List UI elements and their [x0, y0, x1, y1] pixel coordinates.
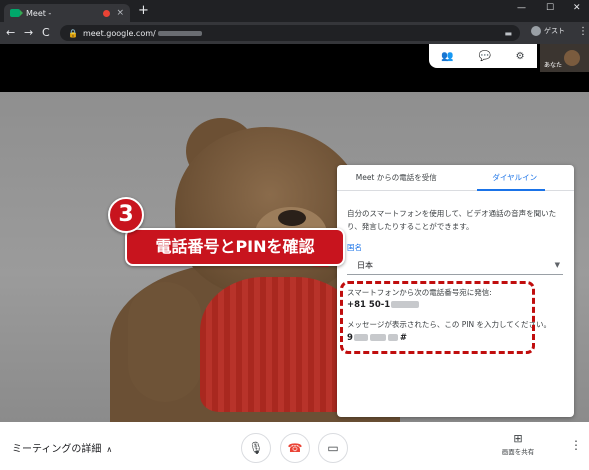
activities-icon[interactable]: ⚙ — [516, 51, 525, 62]
self-view-image — [564, 50, 580, 66]
self-label: あなた — [544, 62, 563, 69]
forward-icon[interactable]: → — [24, 26, 33, 39]
new-tab-button[interactable]: + — [138, 4, 149, 18]
mic-icon: 🎙 — [248, 441, 264, 455]
avatar-icon — [531, 26, 541, 36]
window-close-icon[interactable]: ✕ — [573, 3, 581, 13]
self-view-tile[interactable]: あなた — [540, 44, 589, 72]
country-label: 国名 — [347, 243, 362, 252]
omnibox[interactable]: 🔒 meet.google.com/ ▬ — [60, 25, 520, 41]
guest-label: ゲスト — [544, 27, 565, 35]
hangup-button[interactable]: ☎ — [280, 433, 310, 463]
tab-dial-in[interactable]: ダイヤルイン — [456, 165, 575, 190]
camera-icon: ▭ — [327, 441, 339, 455]
url-blurred — [157, 30, 202, 36]
reload-icon[interactable]: C — [42, 26, 50, 39]
browser-tab-meet[interactable]: Meet - × — [4, 4, 130, 22]
annotation-callout: 電話番号とPINを確認 — [125, 228, 345, 266]
share-screen-button[interactable]: ⊞ 画面を共有 — [497, 432, 539, 456]
camera-button[interactable]: ▭ — [318, 433, 348, 463]
highlight-box — [340, 281, 535, 354]
bear-nose — [278, 210, 306, 226]
hangup-icon: ☎ — [287, 441, 303, 455]
guest-profile-button[interactable]: ゲスト — [531, 26, 565, 36]
tab-close-icon[interactable]: × — [116, 8, 124, 18]
maximize-icon[interactable]: ☐ — [546, 3, 554, 13]
panel-description: 自分のスマートフォンを使用して、ビデオ通話の音声を聞いたり、発言したりすることが… — [347, 209, 557, 231]
meet-favicon-icon — [10, 9, 23, 17]
meeting-details-label: ミーティングの詳細 — [12, 444, 102, 455]
lock-icon: 🔒 — [68, 28, 78, 38]
meeting-details-button[interactable]: ミーティングの詳細 ∧ — [12, 440, 112, 455]
meet-top-controls: 👥 💬 ⚙ — [429, 44, 537, 68]
url-text: meet.google.com/ — [82, 28, 156, 38]
panel-tabs: Meet からの電話を受信 ダイヤルイン — [337, 165, 574, 191]
people-icon[interactable]: 👥 — [441, 51, 453, 62]
country-value: 日本 — [357, 261, 373, 270]
share-label: 画面を共有 — [501, 448, 535, 456]
recording-dot-icon — [103, 9, 111, 17]
step-number-badge: 3 — [108, 197, 144, 233]
more-vert-icon[interactable]: ⋮ — [570, 438, 582, 452]
minimize-icon[interactable]: — — [517, 3, 526, 13]
address-bar-row: ← → C 🔒 meet.google.com/ ▬ — [0, 22, 589, 44]
mic-button[interactable]: 🎙 — [241, 433, 271, 463]
red-sweater — [200, 277, 360, 412]
present-icon: ⊞ — [513, 432, 523, 445]
browser-tab-strip: Meet - × + — ☐ ✕ — [0, 0, 589, 22]
country-select[interactable]: 日本 ▼ — [347, 260, 563, 275]
bear-arm — [128, 282, 202, 402]
browser-menu-icon[interactable]: ⋮ — [578, 26, 588, 37]
tab-call-me[interactable]: Meet からの電話を受信 — [337, 165, 456, 190]
chat-icon[interactable]: 💬 — [479, 51, 491, 62]
chevron-up-icon: ∧ — [106, 445, 113, 454]
active-tab-indicator — [477, 189, 545, 191]
tab-title: Meet - — [26, 8, 52, 18]
camera-permission-icon[interactable]: ▬ — [504, 29, 512, 38]
back-icon[interactable]: ← — [6, 26, 15, 39]
dropdown-arrow-icon: ▼ — [554, 261, 560, 269]
